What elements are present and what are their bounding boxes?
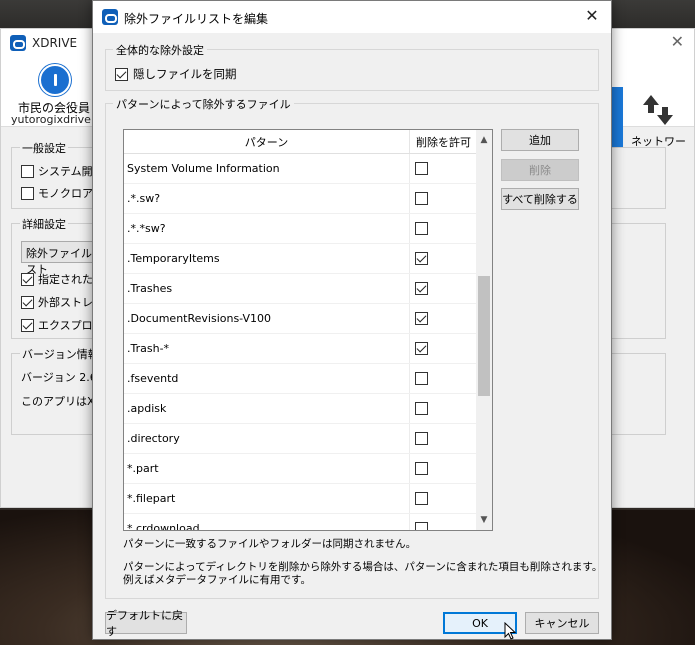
system-start-checkbox[interactable] (21, 164, 34, 178)
table-row[interactable]: *.filepart (124, 484, 477, 514)
network-arrows-icon[interactable] (641, 93, 675, 127)
delete-button[interactable]: 削除 (501, 159, 579, 181)
advanced-option-1-checkbox[interactable] (21, 272, 34, 286)
allow-delete-checkbox[interactable] (415, 462, 428, 475)
allow-delete-checkbox[interactable] (415, 162, 428, 175)
pattern-cell[interactable]: .Trashes (124, 274, 410, 303)
avatar[interactable] (39, 64, 71, 96)
allow-delete-checkbox[interactable] (415, 222, 428, 235)
table-row[interactable]: .*.*sw? (124, 214, 477, 244)
pattern-cell[interactable]: System Volume Information (124, 154, 410, 183)
allow-delete-checkbox[interactable] (415, 312, 428, 325)
close-icon[interactable]: ✕ (583, 7, 601, 25)
table-row[interactable]: *.crdownload (124, 514, 477, 530)
pattern-cell[interactable]: .*.*sw? (124, 214, 410, 243)
allow-delete-cell (410, 364, 477, 393)
sync-hidden-label: 隠しファイルを同期 (133, 67, 237, 81)
allow-delete-cell (410, 334, 477, 363)
monochrome-icon-checkbox[interactable] (21, 186, 34, 200)
table-body: System Volume Information .*.sw? .*.*sw? .T… (124, 154, 477, 530)
mouse-cursor-icon (504, 622, 516, 640)
pattern-cell[interactable]: .TemporaryItems (124, 244, 410, 273)
allow-delete-checkbox[interactable] (415, 282, 428, 295)
allow-delete-cell (410, 154, 477, 183)
column-header-pattern[interactable]: パターン (124, 130, 410, 153)
allow-delete-checkbox[interactable] (415, 402, 428, 415)
pattern-cell[interactable]: *.crdownload (124, 514, 410, 530)
user-id: yutorogixdrive.jp (11, 113, 105, 126)
allow-delete-cell (410, 244, 477, 273)
sync-hidden-option[interactable]: 隠しファイルを同期 (115, 66, 237, 82)
table-row[interactable]: .directory (124, 424, 477, 454)
general-settings-label: 一般設定 (20, 140, 68, 156)
allow-delete-checkbox[interactable] (415, 432, 428, 445)
dialog-title: 除外ファイルリストを編集 (124, 12, 269, 26)
table-row[interactable]: .apdisk (124, 394, 477, 424)
advanced-option-3-checkbox[interactable] (21, 318, 34, 332)
pattern-note: パターンに一致するファイルやフォルダーは同期されません。 (123, 538, 417, 550)
allow-delete-checkbox[interactable] (415, 372, 428, 385)
advanced-option-2-label: 外部ストレ (38, 296, 93, 309)
table-row[interactable]: .Trashes (124, 274, 477, 304)
global-exclude-label: 全体的な除外設定 (113, 42, 207, 58)
allow-delete-cell (410, 454, 477, 483)
allow-delete-checkbox[interactable] (415, 492, 428, 505)
edit-exclude-list-dialog: 除外ファイルリストを編集 ✕ 全体的な除外設定 隠しファイルを同期 パターンによ… (92, 0, 612, 640)
pattern-table[interactable]: パターン 削除を許可 System Volume Information .*.s… (123, 129, 493, 531)
table-row[interactable]: .DocumentRevisions-V100 (124, 304, 477, 334)
pattern-cell[interactable]: *.part (124, 454, 410, 483)
table-row[interactable]: .*.sw? (124, 184, 477, 214)
table-row[interactable]: System Volume Information (124, 154, 477, 184)
advanced-option-2[interactable]: 外部ストレ (21, 294, 93, 310)
version-info-label: バージョン情報 (20, 346, 101, 362)
advanced-option-1-label: 指定された (38, 273, 93, 286)
close-icon[interactable]: ✕ (671, 32, 684, 51)
allow-delete-cell (410, 514, 477, 530)
allow-delete-checkbox[interactable] (415, 342, 428, 355)
pattern-cell[interactable]: .Trash-* (124, 334, 410, 363)
pattern-cell[interactable]: .DocumentRevisions-V100 (124, 304, 410, 333)
allow-delete-cell (410, 484, 477, 513)
advanced-option-1[interactable]: 指定された (21, 271, 93, 287)
table-header: パターン 削除を許可 (124, 130, 477, 154)
scroll-down-icon[interactable]: ▼ (476, 512, 492, 528)
cancel-button[interactable]: キャンセル (525, 612, 599, 634)
scroll-up-icon[interactable]: ▲ (476, 132, 492, 148)
table-row[interactable]: .fseventd (124, 364, 477, 394)
column-header-allow-delete[interactable]: 削除を許可 (410, 130, 477, 153)
xdrive-app-icon (102, 9, 118, 25)
table-row[interactable]: .TemporaryItems (124, 244, 477, 274)
xdrive-app-icon (10, 35, 26, 51)
scrollbar-thumb[interactable] (478, 276, 490, 396)
allow-delete-checkbox[interactable] (415, 192, 428, 205)
pattern-cell[interactable]: .directory (124, 424, 410, 453)
sync-hidden-checkbox[interactable] (115, 67, 128, 81)
directory-note-line2: 例えばメタデータファイルに有用です。 (123, 574, 311, 586)
allow-delete-cell (410, 394, 477, 423)
table-scrollbar[interactable]: ▲ ▼ (476, 130, 492, 530)
pattern-cell[interactable]: .apdisk (124, 394, 410, 423)
reset-default-button[interactable]: デフォルトに戻す (105, 609, 187, 638)
allow-delete-checkbox[interactable] (415, 252, 428, 265)
add-button[interactable]: 追加 (501, 129, 579, 151)
xdrive-app-title: XDRIVE (32, 36, 78, 50)
allow-delete-cell (410, 304, 477, 333)
allow-delete-cell (410, 214, 477, 243)
allow-delete-cell (410, 424, 477, 453)
allow-delete-cell (410, 184, 477, 213)
pattern-exclude-label: パターンによって除外するファイル (113, 96, 294, 112)
directory-note-line1: パターンによってディレクトリを削除から除外する場合は、パターンに含まれた項目も削… (123, 561, 603, 573)
advanced-option-2-checkbox[interactable] (21, 295, 34, 309)
table-row[interactable]: *.part (124, 454, 477, 484)
advanced-settings-label: 詳細設定 (20, 216, 68, 232)
pattern-cell[interactable]: *.filepart (124, 484, 410, 513)
allow-delete-cell (410, 274, 477, 303)
table-row[interactable]: .Trash-* (124, 334, 477, 364)
dialog-titlebar[interactable]: 除外ファイルリストを編集 ✕ (93, 1, 611, 33)
delete-all-button[interactable]: すべて削除する (501, 188, 579, 210)
pattern-cell[interactable]: .*.sw? (124, 184, 410, 213)
pattern-cell[interactable]: .fseventd (124, 364, 410, 393)
allow-delete-checkbox[interactable] (415, 522, 428, 530)
